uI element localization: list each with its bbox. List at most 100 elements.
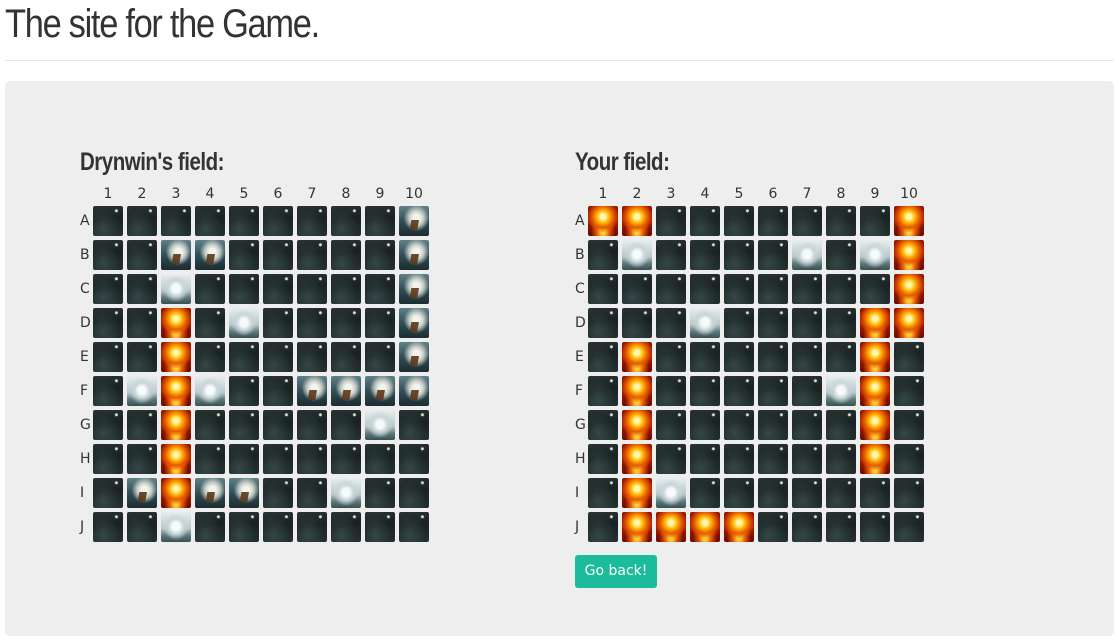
opponent-water-tile[interactable] (195, 342, 225, 372)
opponent-water-tile[interactable] (365, 512, 395, 542)
opponent-water-tile[interactable] (263, 240, 293, 270)
opponent-water-tile[interactable] (263, 512, 293, 542)
opponent-hit-explosion-tile[interactable] (161, 478, 191, 508)
opponent-water-tile[interactable] (229, 274, 259, 304)
opponent-water-tile[interactable] (127, 274, 157, 304)
opponent-ship-tile[interactable] (399, 240, 429, 270)
go-back-button[interactable]: Go back! (575, 555, 657, 588)
opponent-water-tile[interactable] (365, 206, 395, 236)
opponent-water-tile[interactable] (365, 342, 395, 372)
opponent-water-tile[interactable] (297, 342, 327, 372)
opponent-water-tile[interactable] (331, 206, 361, 236)
opponent-water-tile[interactable] (263, 478, 293, 508)
opponent-water-tile[interactable] (127, 206, 157, 236)
opponent-water-tile[interactable] (93, 274, 123, 304)
opponent-water-tile[interactable] (195, 206, 225, 236)
opponent-water-tile[interactable] (195, 444, 225, 474)
opponent-water-tile[interactable] (331, 444, 361, 474)
opponent-water-tile[interactable] (195, 512, 225, 542)
opponent-water-tile[interactable] (93, 512, 123, 542)
opponent-ship-tile[interactable] (195, 478, 225, 508)
opponent-water-tile[interactable] (263, 274, 293, 304)
opponent-water-tile[interactable] (365, 308, 395, 338)
opponent-water-tile[interactable] (331, 342, 361, 372)
opponent-ship-tile[interactable] (161, 240, 191, 270)
opponent-ship-tile[interactable] (127, 478, 157, 508)
opponent-water-tile[interactable] (229, 410, 259, 440)
opponent-water-tile[interactable] (127, 512, 157, 542)
opponent-water-tile[interactable] (399, 512, 429, 542)
opponent-water-tile[interactable] (93, 444, 123, 474)
opponent-water-tile[interactable] (229, 240, 259, 270)
opponent-water-tile[interactable] (399, 478, 429, 508)
opponent-water-tile[interactable] (399, 410, 429, 440)
opponent-water-tile[interactable] (331, 308, 361, 338)
opponent-water-tile[interactable] (263, 444, 293, 474)
opponent-water-tile[interactable] (161, 206, 191, 236)
opponent-hit-explosion-tile[interactable] (161, 376, 191, 406)
opponent-hit-explosion-tile[interactable] (161, 308, 191, 338)
opponent-water-tile[interactable] (93, 342, 123, 372)
opponent-ship-tile[interactable] (399, 342, 429, 372)
opponent-water-tile[interactable] (365, 274, 395, 304)
opponent-water-tile[interactable] (93, 376, 123, 406)
opponent-water-tile[interactable] (229, 444, 259, 474)
opponent-water-tile[interactable] (263, 342, 293, 372)
opponent-ship-tile[interactable] (229, 478, 259, 508)
opponent-water-tile[interactable] (331, 240, 361, 270)
opponent-water-tile[interactable] (229, 342, 259, 372)
opponent-water-tile[interactable] (127, 240, 157, 270)
opponent-water-tile[interactable] (93, 478, 123, 508)
opponent-water-tile[interactable] (331, 410, 361, 440)
opponent-water-tile[interactable] (297, 240, 327, 270)
opponent-water-tile[interactable] (127, 308, 157, 338)
opponent-ship-tile[interactable] (331, 376, 361, 406)
opponent-hit-explosion-tile[interactable] (161, 410, 191, 440)
opponent-water-tile[interactable] (263, 308, 293, 338)
opponent-water-tile[interactable] (263, 206, 293, 236)
opponent-miss-splash-tile[interactable] (161, 512, 191, 542)
opponent-ship-tile[interactable] (399, 206, 429, 236)
opponent-hit-explosion-tile[interactable] (161, 342, 191, 372)
opponent-water-tile[interactable] (229, 512, 259, 542)
opponent-ship-tile[interactable] (399, 308, 429, 338)
opponent-water-tile[interactable] (331, 512, 361, 542)
opponent-ship-tile[interactable] (365, 376, 395, 406)
opponent-miss-splash-tile[interactable] (229, 308, 259, 338)
opponent-water-tile[interactable] (127, 444, 157, 474)
opponent-miss-splash-tile[interactable] (127, 376, 157, 406)
opponent-ship-tile[interactable] (297, 376, 327, 406)
opponent-water-tile[interactable] (93, 308, 123, 338)
opponent-water-tile[interactable] (297, 444, 327, 474)
opponent-hit-explosion-tile[interactable] (161, 444, 191, 474)
opponent-water-tile[interactable] (263, 376, 293, 406)
opponent-water-tile[interactable] (195, 308, 225, 338)
opponent-ship-tile[interactable] (399, 376, 429, 406)
opponent-water-tile[interactable] (297, 206, 327, 236)
opponent-water-tile[interactable] (127, 410, 157, 440)
opponent-water-tile[interactable] (297, 274, 327, 304)
opponent-miss-splash-tile[interactable] (365, 410, 395, 440)
opponent-miss-splash-tile[interactable] (161, 274, 191, 304)
opponent-water-tile[interactable] (127, 342, 157, 372)
opponent-ship-tile[interactable] (195, 240, 225, 270)
opponent-water-tile[interactable] (399, 444, 429, 474)
opponent-water-tile[interactable] (365, 240, 395, 270)
opponent-water-tile[interactable] (93, 206, 123, 236)
opponent-water-tile[interactable] (365, 478, 395, 508)
opponent-water-tile[interactable] (229, 376, 259, 406)
opponent-water-tile[interactable] (331, 274, 361, 304)
opponent-water-tile[interactable] (297, 410, 327, 440)
opponent-water-tile[interactable] (365, 444, 395, 474)
opponent-water-tile[interactable] (195, 274, 225, 304)
opponent-water-tile[interactable] (297, 478, 327, 508)
opponent-water-tile[interactable] (93, 240, 123, 270)
opponent-water-tile[interactable] (263, 410, 293, 440)
opponent-water-tile[interactable] (297, 512, 327, 542)
opponent-water-tile[interactable] (195, 410, 225, 440)
opponent-water-tile[interactable] (93, 410, 123, 440)
opponent-miss-splash-tile[interactable] (195, 376, 225, 406)
opponent-water-tile[interactable] (229, 206, 259, 236)
opponent-ship-tile[interactable] (399, 274, 429, 304)
opponent-miss-splash-tile[interactable] (331, 478, 361, 508)
